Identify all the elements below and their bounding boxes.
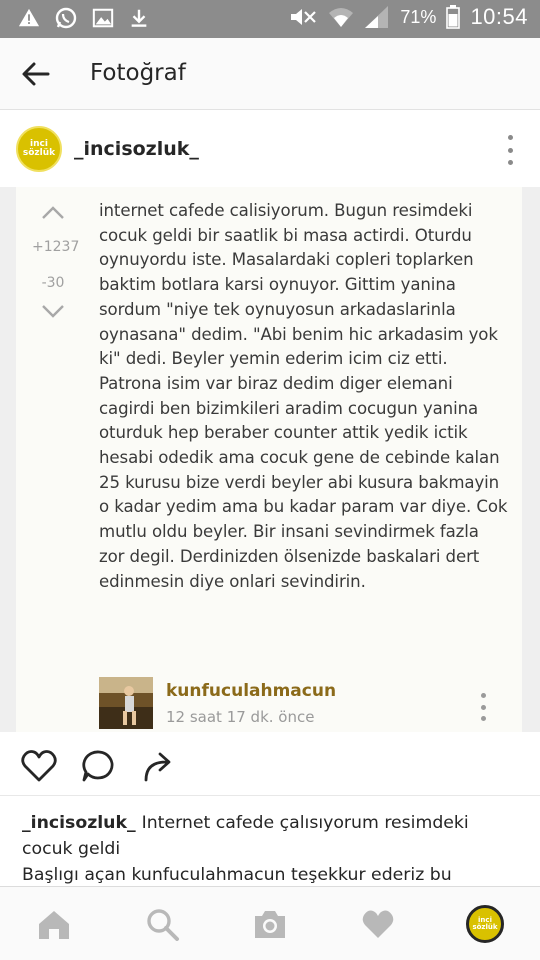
search-icon[interactable] (144, 907, 180, 941)
heart-icon[interactable] (20, 748, 58, 784)
bottom-navigation: inci sözlük (0, 886, 540, 960)
more-options-icon[interactable] (504, 135, 516, 165)
mute-icon (291, 9, 317, 25)
chevron-down-icon (42, 305, 64, 318)
battery-icon (446, 5, 461, 29)
status-notifications (18, 6, 150, 30)
whatsapp-icon (55, 7, 77, 29)
wifi-icon (329, 8, 354, 27)
entry-card: +1237 -30 internet cafede calisiyorum. B… (16, 187, 522, 732)
downvote-count: -30 (41, 275, 65, 291)
image-icon (92, 8, 114, 28)
battery-percent: 71% (400, 6, 437, 27)
share-icon[interactable] (140, 748, 178, 784)
status-system: 71% 10:54 (288, 4, 528, 30)
caption-username[interactable]: _incisozluk_ (22, 813, 136, 833)
app-bar: Fotoğraf (0, 38, 540, 110)
avatar[interactable]: inci sözlük (16, 126, 62, 172)
post-username[interactable]: _incisozluk_ (74, 138, 199, 160)
activity-heart-icon[interactable] (360, 907, 396, 941)
avatar-text-bottom: sözlük (22, 148, 56, 158)
profile-text-bottom: sözlük (472, 923, 498, 931)
home-icon[interactable] (36, 907, 72, 941)
author-name: kunfuculahmacun (166, 681, 337, 701)
vote-column: +1237 -30 (32, 201, 80, 327)
caption-line-2: Başlıgı açan kunfuculahmacun teşekkur ed… (22, 865, 452, 885)
back-arrow-icon[interactable] (18, 58, 54, 90)
profile-avatar[interactable]: inci sözlük (466, 905, 504, 943)
chevron-up-icon (42, 206, 64, 219)
comment-icon[interactable] (80, 748, 118, 784)
camera-icon[interactable] (252, 907, 288, 941)
status-bar: 71% 10:54 (0, 0, 540, 38)
post-caption: _incisozluk_ Internet cafede çalısıyorum … (22, 810, 522, 888)
download-icon (131, 9, 147, 27)
entry-more-icon (478, 693, 488, 721)
page-title: Fotoğraf (90, 60, 186, 86)
post-actions (0, 734, 540, 796)
author-photo (99, 677, 153, 729)
signal-icon (365, 6, 389, 28)
post-header: inci sözlük _incisozluk_ (0, 111, 540, 187)
entry-text: internet cafede calisiyorum. Bugun resim… (99, 201, 508, 591)
post-photo[interactable]: +1237 -30 internet cafede calisiyorum. B… (0, 187, 540, 732)
entry-timestamp: 12 saat 17 dk. önce (166, 708, 315, 726)
warning-icon (18, 8, 40, 27)
clock: 10:54 (470, 4, 528, 29)
upvote-count: +1237 (32, 239, 80, 255)
